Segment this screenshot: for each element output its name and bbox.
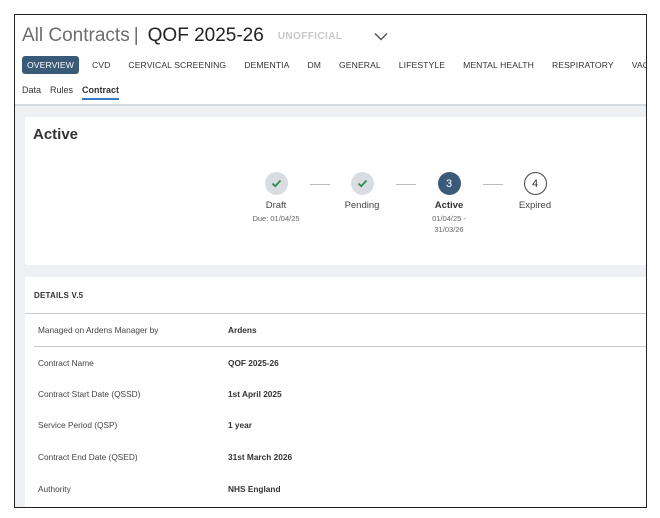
step-draft-circle (264, 172, 288, 195)
detail-label: Managed on Ardens Manager by (38, 325, 159, 335)
step-draft-due: Due: 01/04/25 (252, 214, 300, 223)
tab-respiratory[interactable]: RESPIRATORY (547, 56, 619, 74)
page-title: QOF 2025-26 (147, 25, 264, 46)
tab-cvd[interactable]: CVD (87, 56, 115, 74)
category-tabs: OVERVIEW CVD CERVICAL SCREENING DEMENTIA… (22, 56, 646, 74)
tab-vaccinations[interactable]: VACCINATIONS (627, 56, 646, 74)
tab-cervical-screening[interactable]: CERVICAL SCREENING (123, 56, 231, 74)
detail-row: Contract Name QOF 2025-26 (34, 347, 646, 379)
subtab-rules[interactable]: Rules (50, 85, 73, 100)
detail-value: QOF 2025-26 (228, 358, 279, 368)
detail-label: Contract Start Date (QSSD) (38, 389, 141, 399)
breadcrumb-separator: | (133, 25, 139, 46)
detail-label: Contract Name (38, 358, 94, 368)
details-title: DETAILS V.5 (34, 291, 84, 300)
tab-dementia[interactable]: DEMENTIA (239, 56, 294, 74)
tab-lifestyle[interactable]: LIFESTYLE (394, 56, 450, 74)
detail-value: NHS England (228, 484, 281, 494)
step-pending-circle (350, 172, 374, 195)
detail-row: Contract Start Date (QSSD) 1st April 202… (34, 378, 646, 410)
breadcrumb-all-contracts[interactable]: All Contracts (22, 25, 130, 47)
tab-dm[interactable]: DM (302, 56, 326, 74)
detail-label: Contract End Date (QSED) (38, 452, 138, 462)
step-pending-label: Pending (344, 200, 380, 211)
step-active-period-end: 31/03/26 (434, 225, 464, 234)
detail-row: Authority NHS England (34, 473, 646, 505)
status-card: Active Draft Due: 01/04/25 Pending 3 Act… (25, 117, 646, 265)
step-draft: Draft Due: 01/04/25 (236, 172, 316, 224)
status-stepper: Draft Due: 01/04/25 Pending 3 Active 01/… (25, 172, 646, 252)
app-frame: All Contracts | QOF 2025-26 UNOFFICIAL O… (14, 14, 647, 508)
check-icon (271, 179, 281, 188)
sub-tabs: Data Rules Contract (22, 85, 128, 100)
unofficial-badge: UNOFFICIAL (277, 30, 343, 42)
step-active: 3 Active 01/04/25 - 31/03/26 (409, 172, 489, 235)
step-expired-circle: 4 (523, 172, 547, 195)
tab-general[interactable]: GENERAL (334, 56, 386, 74)
subtab-data[interactable]: Data (22, 85, 41, 100)
detail-value: 1 year (228, 420, 252, 430)
step-expired: 4 Expired (495, 172, 575, 211)
detail-row: Managed on Ardens Manager by Ardens (34, 314, 646, 347)
detail-label: Authority (38, 484, 71, 494)
step-active-label: Active (434, 200, 464, 211)
title-bar: All Contracts | QOF 2025-26 UNOFFICIAL (22, 23, 388, 49)
tab-overview[interactable]: OVERVIEW (22, 56, 79, 74)
step-pending: Pending (322, 172, 402, 211)
check-icon (357, 179, 367, 188)
detail-label: Service Period (QSP) (38, 420, 118, 430)
detail-value: Ardens (228, 325, 257, 335)
tab-mental-health[interactable]: MENTAL HEALTH (458, 56, 539, 74)
step-active-period-start: 01/04/25 - (432, 214, 466, 223)
detail-value: 31st March 2026 (228, 452, 293, 462)
detail-value: 1st April 2025 (228, 389, 282, 399)
step-active-circle: 3 (437, 172, 461, 195)
details-card: DETAILS V.5 Managed on Ardens Manager by… (25, 277, 646, 507)
detail-row: Service Period (QSP) 1 year (34, 409, 646, 441)
step-draft-label: Draft (265, 200, 287, 211)
detail-row: Contract End Date (QSED) 31st March 2026 (34, 441, 646, 473)
status-title: Active (33, 126, 79, 143)
subtab-contract[interactable]: Contract (82, 85, 120, 100)
chevron-down-icon[interactable] (374, 32, 388, 41)
step-expired-label: Expired (518, 200, 552, 211)
